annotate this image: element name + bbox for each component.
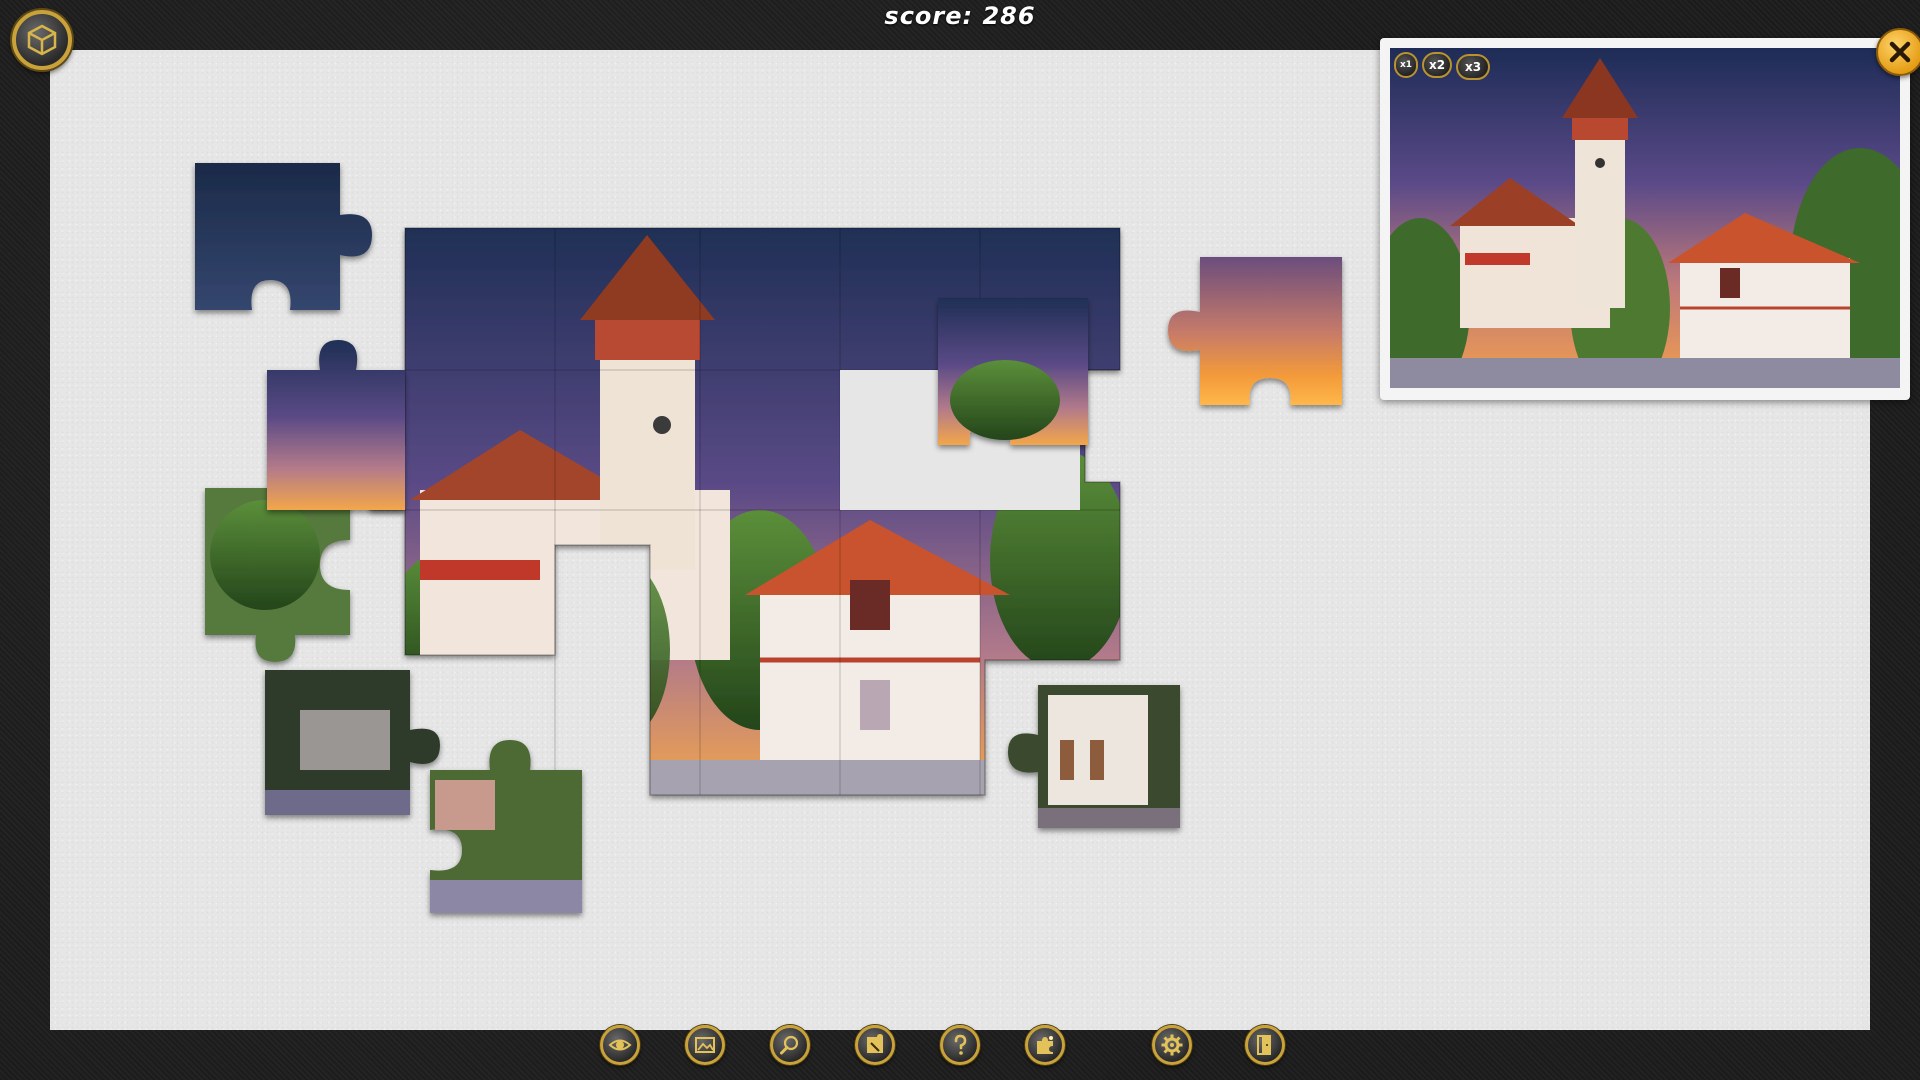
exit-door-icon <box>1253 1033 1277 1057</box>
question-icon <box>948 1033 972 1057</box>
preview-window[interactable]: x1 x2 x3 <box>1380 38 1910 400</box>
zoom-x1-button[interactable]: x1 <box>1394 52 1418 78</box>
preview-image <box>1390 48 1900 388</box>
exit-button[interactable] <box>1245 1025 1285 1065</box>
score-value: 286 <box>982 2 1035 30</box>
score-label: score: <box>884 2 973 30</box>
picture-icon <box>693 1033 717 1057</box>
magnifier-icon <box>778 1033 802 1057</box>
eye-icon <box>608 1033 632 1057</box>
puzzle-edge-icon <box>863 1033 887 1057</box>
sort-edges-button[interactable] <box>855 1025 895 1065</box>
zoom-x3-label: x3 <box>1465 60 1481 74</box>
help-button[interactable] <box>940 1025 980 1065</box>
bottom-toolbar <box>0 1025 1920 1075</box>
main-menu-button[interactable] <box>12 10 72 70</box>
close-icon <box>1887 39 1913 65</box>
cube-icon <box>24 22 60 58</box>
zoom-x3-button[interactable]: x3 <box>1456 54 1490 80</box>
zoom-x2-label: x2 <box>1429 58 1445 72</box>
score-display: score: 286 <box>0 2 1920 30</box>
hint-button[interactable] <box>1025 1025 1065 1065</box>
loose-piece[interactable] <box>938 298 1088 445</box>
gear-icon <box>1160 1033 1184 1057</box>
puzzle-piece-icon <box>1033 1033 1057 1057</box>
zoom-x2-button[interactable]: x2 <box>1422 52 1452 78</box>
zoom-x1-label: x1 <box>1400 60 1412 70</box>
close-preview-button[interactable] <box>1876 28 1920 76</box>
background-button[interactable] <box>685 1025 725 1065</box>
reference-picture <box>1390 48 1900 388</box>
settings-button[interactable] <box>1152 1025 1192 1065</box>
find-piece-button[interactable] <box>770 1025 810 1065</box>
show-preview-button[interactable] <box>600 1025 640 1065</box>
